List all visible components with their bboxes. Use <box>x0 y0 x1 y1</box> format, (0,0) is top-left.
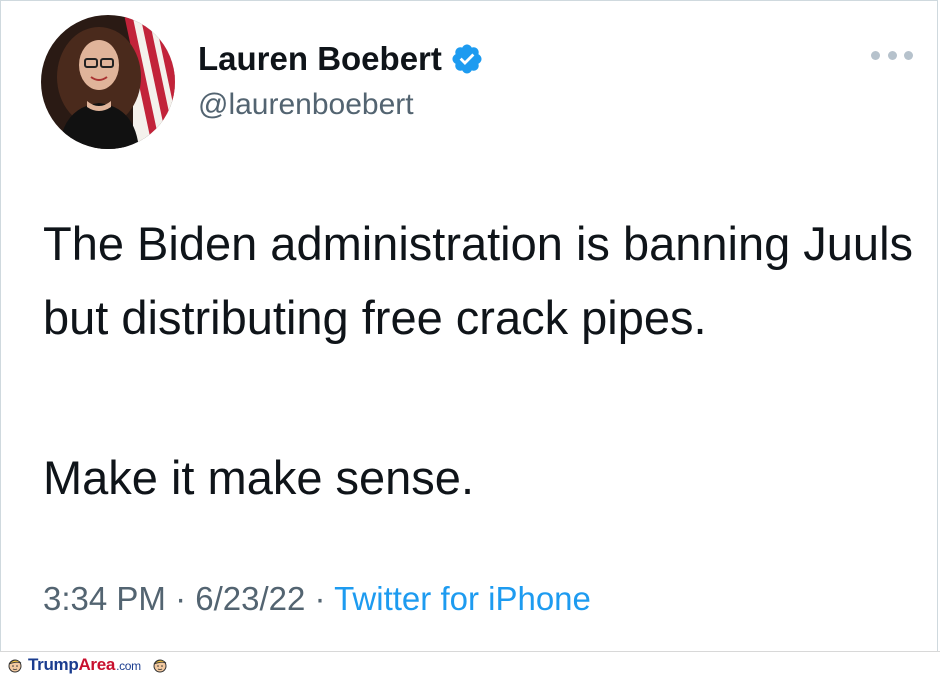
tweet-card: Lauren Boebert @laurenboebert The Biden … <box>0 0 938 651</box>
more-dot <box>904 50 913 60</box>
tweet-metadata: 3:34 PM · 6/23/22 · Twitter for iPhone <box>43 577 591 621</box>
author-row: Lauren Boebert <box>198 39 484 79</box>
more-options-icon[interactable] <box>871 45 913 65</box>
watermark-logo[interactable]: TrumpArea.com <box>28 655 141 675</box>
tweet-time[interactable]: 3:34 PM <box>43 580 166 617</box>
tweet-text: The Biden administration is banning Juul… <box>43 217 914 344</box>
meta-separator: · <box>314 580 335 617</box>
tweet-source-link[interactable]: Twitter for iPhone <box>334 580 591 617</box>
watermark-bar: TrumpArea.com <box>0 651 940 678</box>
avatar[interactable] <box>41 15 175 149</box>
avatar-image <box>41 15 175 149</box>
more-dot <box>887 50 897 60</box>
verified-badge-icon <box>452 44 482 74</box>
meta-separator: · <box>175 580 196 617</box>
trump-face-icon <box>8 659 22 673</box>
more-dot <box>871 50 880 60</box>
display-name[interactable]: Lauren Boebert <box>198 39 442 79</box>
tweet-text-second-paragraph: Make it make sense. <box>43 451 475 504</box>
handle[interactable]: @laurenboebert <box>198 85 414 125</box>
trump-face-icon <box>153 659 167 673</box>
tweet-date[interactable]: 6/23/22 <box>195 580 305 617</box>
